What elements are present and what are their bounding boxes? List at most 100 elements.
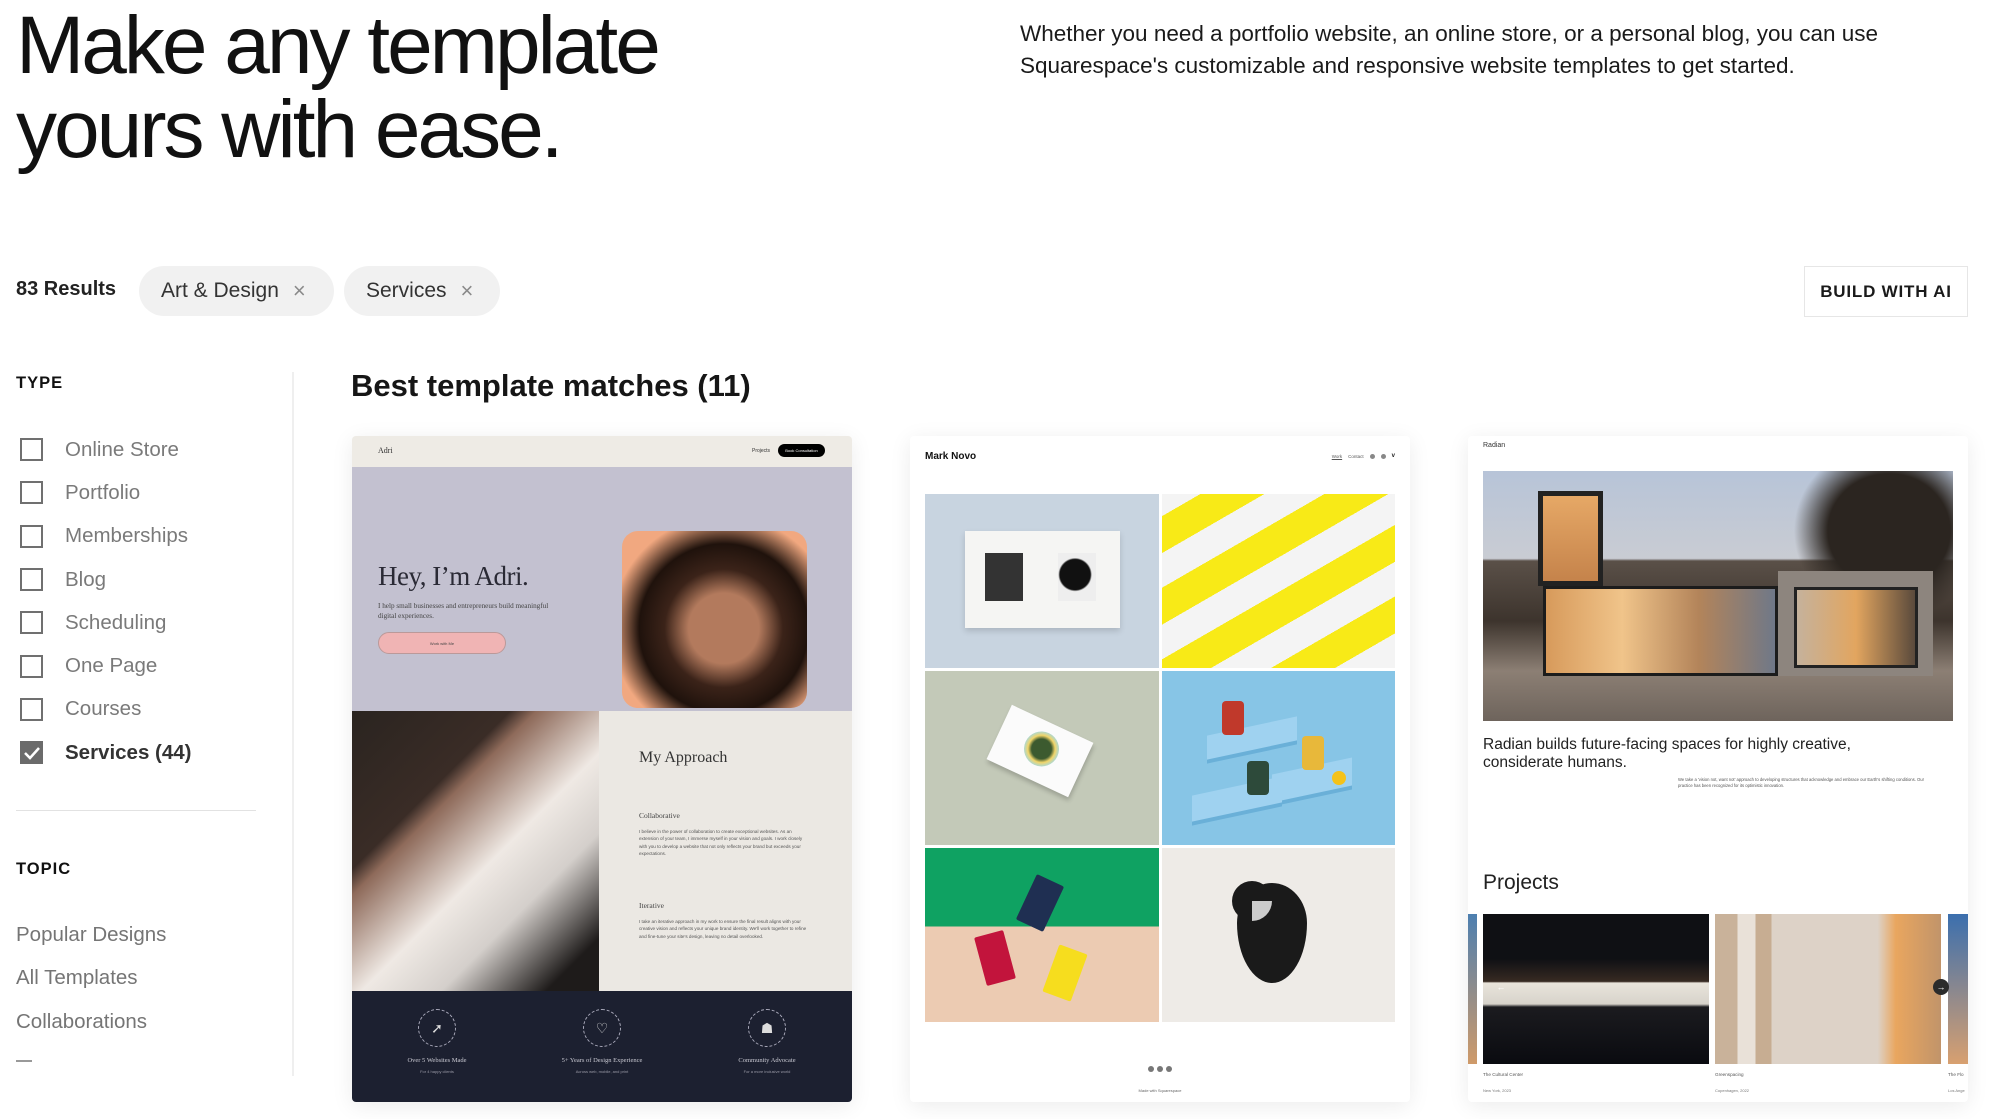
type-option-label: Memberships	[65, 524, 189, 548]
portfolio-tile-book	[925, 494, 1159, 668]
checkbox[interactable]	[20, 524, 43, 548]
sidebar-divider	[16, 810, 256, 811]
type-option-memberships[interactable]: Memberships	[16, 515, 192, 558]
template-stats-section: ➚ Over 5 Websites Made For 4 happy clien…	[352, 991, 852, 1102]
topic-list: Popular Designs All Templates Collaborat…	[16, 913, 166, 1043]
topic-link-popular-designs[interactable]: Popular Designs	[16, 913, 166, 956]
type-option-services[interactable]: Services (44)	[16, 731, 192, 774]
type-option-blog[interactable]: Blog	[16, 558, 192, 601]
desk-image	[352, 711, 599, 991]
checkbox[interactable]	[20, 697, 43, 721]
project-title: Greenspacing	[1715, 1072, 1744, 1077]
page-title-line-2: yours with ease.	[16, 84, 563, 175]
checkmark-icon	[23, 746, 40, 760]
topic-link-all-templates[interactable]: All Templates	[16, 956, 166, 999]
close-icon[interactable]: ×	[293, 280, 306, 302]
arrow-left-icon: ←	[1496, 982, 1506, 992]
type-option-label: One Page	[65, 654, 158, 678]
type-option-label: Scheduling	[65, 610, 167, 634]
project-meta: Copenhagen, 2022	[1715, 1088, 1750, 1093]
template-headline: Radian builds future-facing spaces for h…	[1483, 736, 1851, 771]
template-hero-button: Work with Me	[378, 632, 506, 654]
filter-chip-label: Art & Design	[161, 279, 279, 302]
instagram-icon	[1380, 453, 1386, 459]
template-nav-link: Work	[1331, 453, 1343, 459]
portfolio-tile-cards	[1161, 494, 1395, 668]
stat-subtitle: For a more inclusive world	[743, 1069, 791, 1074]
type-option-label: Portfolio	[65, 480, 141, 504]
vimeo-icon	[1166, 1066, 1172, 1072]
stat-subtitle: Across web, mobile, and print	[575, 1069, 629, 1074]
instagram-icon	[1157, 1066, 1163, 1072]
type-option-portfolio[interactable]: Portfolio	[16, 471, 192, 514]
project-meta: New York, 2023	[1483, 1088, 1512, 1093]
stat-title: 5+ Years of Design Experience	[561, 1057, 643, 1064]
checkbox[interactable]	[20, 611, 43, 635]
checkbox-checked[interactable]	[20, 741, 43, 765]
build-with-ai-button[interactable]: BUILD WITH AI	[1804, 266, 1968, 317]
stat-item: ♡ 5+ Years of Design Experience Across w…	[537, 1009, 667, 1074]
template-paragraph: We take a 'vision not, want not' approac…	[1678, 777, 1925, 788]
template-nav-cta: Book Consultation	[778, 444, 825, 457]
stat-title: Community Advocate	[738, 1057, 796, 1064]
template-hero: Hey, I’m Adri. I help small businesses a…	[352, 467, 852, 711]
portrait-image	[622, 531, 807, 708]
page-title-line-1: Make any template	[16, 0, 661, 91]
stat-item: ➚ Over 5 Websites Made For 4 happy clien…	[372, 1009, 502, 1074]
close-icon[interactable]: ×	[461, 280, 474, 302]
vimeo-icon: v	[1391, 453, 1395, 459]
approach-item-title: Collaborative	[639, 811, 680, 820]
topic-link-collaborations[interactable]: Collaborations	[16, 1000, 166, 1043]
community-icon: ☗	[748, 1009, 786, 1047]
type-option-label: Online Store	[65, 437, 179, 461]
type-option-label: Blog	[65, 567, 107, 591]
template-nav: Adri Projects Book Consultation	[352, 436, 852, 467]
approach-item-text: I take an iterative approach in my work …	[639, 919, 807, 939]
template-logo: Radian	[1483, 442, 1506, 449]
filter-chip-services[interactable]: Services ×	[344, 266, 500, 316]
template-card-adri[interactable]: Adri Projects Book Consultation Hey, I’m…	[352, 436, 852, 1102]
page-title: Make any template yours with ease.	[16, 4, 776, 172]
sidebar-vertical-divider	[292, 372, 294, 1076]
template-logo: Mark Novo	[925, 451, 977, 462]
project-slide	[1948, 914, 1968, 1064]
type-option-courses[interactable]: Courses	[16, 688, 192, 731]
filter-chip-art-design[interactable]: Art & Design ×	[139, 266, 334, 316]
project-slide	[1715, 914, 1941, 1064]
type-option-scheduling[interactable]: Scheduling	[16, 601, 192, 644]
type-heading: TYPE	[16, 374, 64, 392]
template-nav-link: Contact	[1348, 453, 1364, 459]
template-nav-link: Projects	[752, 448, 771, 454]
checkbox[interactable]	[20, 438, 43, 462]
pinterest-icon	[1369, 453, 1375, 459]
topic-heading: TOPIC	[16, 860, 72, 878]
type-option-one-page[interactable]: One Page	[16, 644, 192, 687]
template-hero-title: Hey, I’m Adri.	[378, 561, 529, 591]
checkbox[interactable]	[20, 568, 43, 592]
stat-title: Over 5 Websites Made	[407, 1057, 467, 1064]
template-card-mark-novo[interactable]: Mark Novo Work Contact v Made with Squar…	[910, 436, 1410, 1102]
template-footer-text: Made with Squarespace	[1138, 1088, 1182, 1093]
template-card-radian[interactable]: Radian Radian builds future-facing space…	[1468, 436, 1968, 1102]
approach-item-title: Iterative	[639, 901, 664, 910]
cursor-icon: ➚	[418, 1009, 456, 1047]
portfolio-grid	[925, 494, 1395, 1022]
template-logo: Adri	[378, 446, 393, 455]
checkbox[interactable]	[20, 654, 43, 678]
portfolio-tile-notebook	[925, 671, 1159, 845]
template-nav: Work Contact v	[1332, 453, 1395, 459]
type-filter-list: Online Store Portfolio Memberships Blog …	[16, 428, 192, 774]
project-meta: Los Ange	[1948, 1088, 1965, 1093]
checkbox[interactable]	[20, 481, 43, 505]
type-option-online-store[interactable]: Online Store	[16, 428, 192, 471]
footer-social-icons	[910, 1066, 1410, 1072]
projects-carousel: ← →	[1468, 914, 1968, 1064]
projects-heading: Projects	[1483, 871, 1559, 894]
approach-title: My Approach	[639, 749, 728, 766]
portfolio-tile-chocolate	[925, 848, 1159, 1022]
stat-subtitle: For 4 happy clients	[420, 1069, 454, 1074]
portfolio-tile-poster	[1161, 848, 1395, 1022]
pinterest-icon	[1148, 1066, 1154, 1072]
page-description: Whether you need a portfolio website, an…	[1020, 21, 1879, 78]
more-topics-indicator[interactable]	[16, 1060, 32, 1062]
